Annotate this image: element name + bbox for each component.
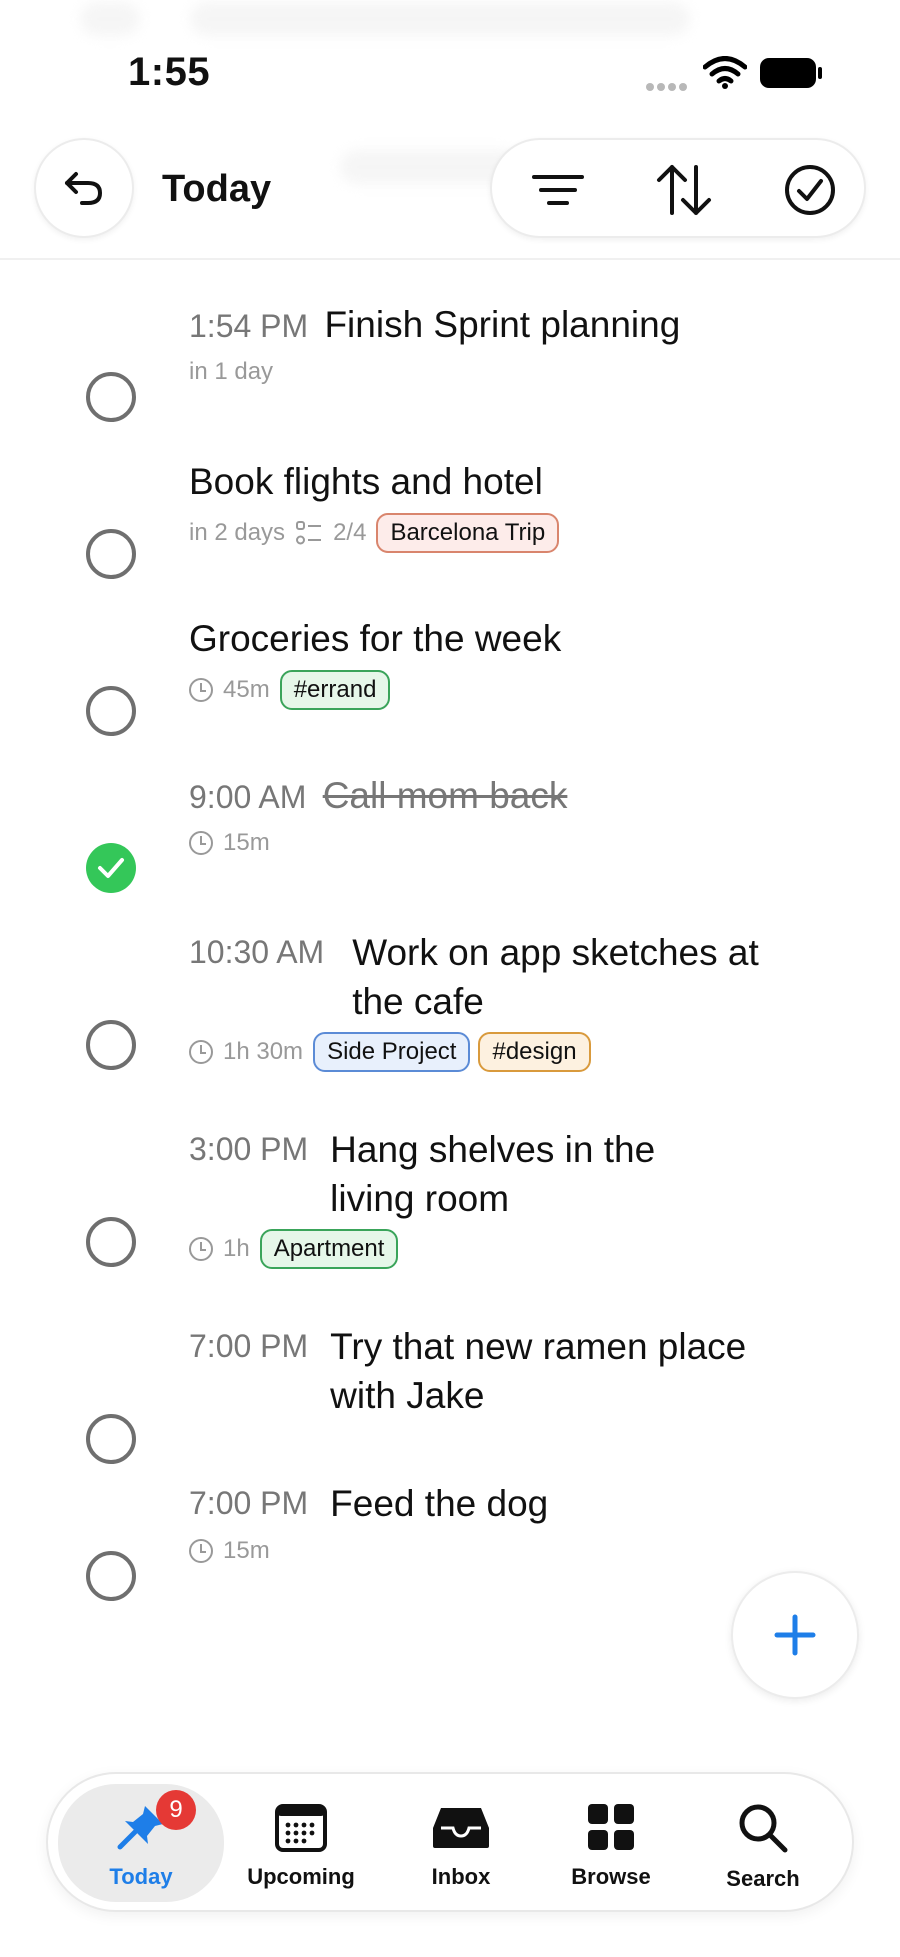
sort-arrows-icon bbox=[657, 165, 711, 215]
clock-icon bbox=[189, 678, 213, 702]
status-time: 1:55 bbox=[128, 50, 211, 94]
inbox-icon bbox=[433, 1808, 489, 1848]
tab-browse[interactable]: Browse bbox=[536, 1784, 686, 1902]
task-title: Try that new ramen place with Jake bbox=[330, 1326, 747, 1416]
plus-icon bbox=[774, 1614, 816, 1656]
task-title: Feed the dog bbox=[330, 1483, 549, 1524]
due-text: in 1 day bbox=[189, 358, 274, 385]
subtask-count: 2/4 bbox=[333, 519, 367, 546]
clock-icon bbox=[189, 1539, 213, 1563]
tag-badge[interactable]: #design bbox=[478, 1032, 591, 1072]
filter-button[interactable] bbox=[526, 158, 590, 222]
tab-label: Today bbox=[109, 1864, 173, 1889]
task-meta: 15m bbox=[189, 1537, 270, 1565]
task-title: Hang shelves in the living room bbox=[330, 1129, 656, 1219]
task-title-line: 3:00 PM Hang shelves in the living room bbox=[189, 1125, 840, 1223]
task-time: 10:30 AM bbox=[189, 934, 325, 970]
battery-icon bbox=[760, 58, 822, 88]
sort-button[interactable] bbox=[652, 158, 716, 222]
due-text: in 2 days bbox=[189, 519, 286, 546]
task-title: Call mom back bbox=[322, 775, 568, 816]
page-title: Today bbox=[162, 168, 272, 210]
tab-today[interactable]: 9 Today bbox=[58, 1784, 224, 1902]
calendar-icon bbox=[275, 1804, 327, 1852]
tag-badge[interactable]: Barcelona Trip bbox=[376, 513, 560, 553]
tab-label: Search bbox=[726, 1866, 800, 1891]
task-title-line: 10:30 AM Work on app sketches at the caf… bbox=[189, 928, 840, 1026]
clock-icon bbox=[189, 1040, 213, 1064]
add-task-button[interactable] bbox=[731, 1571, 859, 1699]
tag-badge[interactable]: Apartment bbox=[259, 1229, 399, 1269]
signal-dots-icon bbox=[646, 78, 690, 96]
wifi-icon bbox=[703, 56, 747, 89]
duration-text: 45m bbox=[223, 676, 270, 703]
tab-label: Upcoming bbox=[247, 1864, 355, 1889]
task-title-line: 7:00 PM Feed the dog bbox=[189, 1479, 840, 1528]
task-title-line: 7:00 PM Try that new ramen place with Ja… bbox=[189, 1322, 840, 1420]
task-meta: 45m #errand bbox=[189, 670, 391, 710]
back-arrow-icon bbox=[65, 172, 103, 205]
task-meta: 1h 30m Side Project #design bbox=[189, 1032, 591, 1072]
subtasks-icon bbox=[296, 521, 322, 545]
task-title: Groceries for the week bbox=[189, 618, 562, 659]
task-title: Finish Sprint planning bbox=[324, 304, 681, 345]
task-checkbox-checked[interactable] bbox=[86, 843, 136, 893]
complete-button[interactable] bbox=[778, 158, 842, 222]
tab-inbox[interactable]: Inbox bbox=[386, 1784, 536, 1902]
checkmark-icon bbox=[98, 858, 124, 878]
top-bar: Today bbox=[0, 138, 900, 242]
task-meta: 1h Apartment bbox=[189, 1229, 399, 1269]
task-time: 1:54 PM bbox=[189, 308, 309, 344]
task-checkbox[interactable] bbox=[86, 686, 136, 736]
checkmark-circle-icon bbox=[785, 165, 835, 215]
search-icon bbox=[739, 1804, 788, 1853]
task-checkbox[interactable] bbox=[86, 1414, 136, 1464]
task-time: 7:00 PM bbox=[189, 1485, 309, 1521]
status-bar: 1:55 bbox=[0, 0, 900, 110]
grid-icon bbox=[588, 1804, 634, 1850]
task-meta: in 1 day bbox=[189, 358, 273, 386]
tab-label: Browse bbox=[571, 1864, 651, 1889]
toolbar-pill bbox=[490, 138, 866, 238]
task-time: 3:00 PM bbox=[189, 1131, 309, 1167]
back-button[interactable] bbox=[34, 138, 134, 238]
task-title-line: Groceries for the week bbox=[189, 614, 840, 663]
tag-badge[interactable]: #errand bbox=[279, 670, 391, 710]
task-checkbox[interactable] bbox=[86, 1551, 136, 1601]
task-checkbox[interactable] bbox=[86, 529, 136, 579]
duration-text: 1h 30m bbox=[223, 1038, 304, 1065]
task-title-line: 9:00 AM Call mom back bbox=[189, 771, 840, 822]
task-title: Book flights and hotel bbox=[189, 461, 543, 502]
duration-text: 15m bbox=[223, 1537, 270, 1564]
task-checkbox[interactable] bbox=[86, 1020, 136, 1070]
task-title-line: 1:54 PM Finish Sprint planning bbox=[189, 300, 840, 351]
task-checkbox[interactable] bbox=[86, 1217, 136, 1267]
task-title: Work on app sketches at the cafe bbox=[352, 932, 759, 1022]
tab-bar: 9 Today Upcoming Inbox Browse Search bbox=[46, 1772, 854, 1912]
task-checkbox[interactable] bbox=[86, 372, 136, 422]
filter-icon bbox=[532, 175, 584, 205]
duration-text: 15m bbox=[223, 829, 270, 856]
task-title-line: Book flights and hotel bbox=[189, 457, 840, 506]
clock-icon bbox=[189, 831, 213, 855]
tag-badge[interactable]: Side Project bbox=[313, 1032, 471, 1072]
task-meta: 15m bbox=[189, 829, 270, 857]
tab-upcoming[interactable]: Upcoming bbox=[226, 1784, 376, 1902]
duration-text: 1h bbox=[223, 1235, 250, 1262]
tab-search[interactable]: Search bbox=[688, 1784, 838, 1902]
clock-icon bbox=[189, 1237, 213, 1261]
tab-label: Inbox bbox=[431, 1864, 491, 1889]
task-time: 9:00 AM bbox=[189, 779, 307, 815]
task-meta: in 2 days 2/4 Barcelona Trip bbox=[189, 513, 560, 553]
today-count-badge: 9 bbox=[156, 1790, 196, 1830]
header-divider bbox=[0, 258, 900, 260]
task-time: 7:00 PM bbox=[189, 1328, 309, 1364]
